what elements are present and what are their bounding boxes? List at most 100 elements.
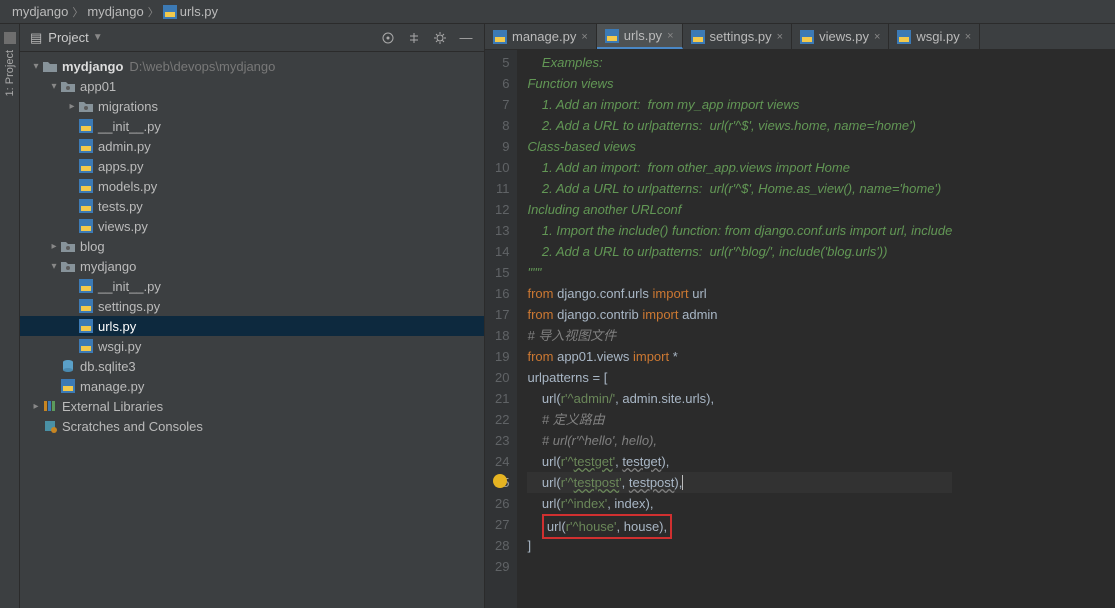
line-number[interactable]: 21 [495,388,509,409]
code-line[interactable]: 2. Add a URL to urlpatterns: url(r'^$', … [527,115,952,136]
tree-item-blog[interactable]: ▸blog [20,236,484,256]
gear-icon[interactable] [432,30,448,46]
tool-window-stripe[interactable]: 1: Project [0,24,20,608]
caret-icon[interactable]: ▾ [48,81,60,92]
code-line[interactable]: Function views [527,73,952,94]
line-number[interactable]: 17 [495,304,509,325]
code-line[interactable]: url(r'^admin/', admin.site.urls), [527,388,952,409]
collapse-icon[interactable] [406,30,422,46]
code-line[interactable]: urlpatterns = [ [527,367,952,388]
tab-settings-py[interactable]: settings.py× [683,24,793,49]
code-line[interactable]: # 导入视图文件 [527,325,952,346]
tree-item-apps-py[interactable]: apps.py [20,156,484,176]
tab-views-py[interactable]: views.py× [792,24,889,49]
caret-icon[interactable]: ▸ [48,241,60,252]
code-line[interactable]: # 定义路由 [527,409,952,430]
line-number[interactable]: 9 [495,136,509,157]
code-line[interactable]: ] [527,535,952,556]
tree-item-External-Libraries[interactable]: ▸External Libraries [20,396,484,416]
tree-item-__init__-py[interactable]: __init__.py [20,276,484,296]
code-line[interactable]: 2. Add a URL to urlpatterns: url(r'^blog… [527,241,952,262]
tree-item-views-py[interactable]: views.py [20,216,484,236]
caret-icon[interactable]: ▸ [30,401,42,412]
code-line[interactable]: 2. Add a URL to urlpatterns: url(r'^$', … [527,178,952,199]
line-number[interactable]: 12 [495,199,509,220]
caret-icon[interactable]: ▸ [66,101,78,112]
line-number[interactable]: 10 [495,157,509,178]
tab-manage-py[interactable]: manage.py× [485,24,597,49]
gutter[interactable]: 5678910111213141516171819202122232425262… [485,50,517,608]
close-icon[interactable]: × [581,31,587,43]
tree-item-wsgi-py[interactable]: wsgi.py [20,336,484,356]
code-line[interactable]: url(r'^testget', testget), [527,451,952,472]
code-line[interactable]: from django.conf.urls import url [527,283,952,304]
bulb-icon[interactable] [493,474,507,488]
line-number[interactable]: 28 [495,535,509,556]
code-area[interactable]: Examples:Function views 1. Add an import… [517,50,952,608]
tab-urls-py[interactable]: urls.py× [597,24,683,49]
dropdown-icon[interactable]: ▼ [93,32,103,43]
line-number[interactable]: 19 [495,346,509,367]
tree-item-urls-py[interactable]: urls.py [20,316,484,336]
project-tool-label[interactable]: 1: Project [4,50,16,96]
code-line[interactable] [527,556,952,577]
tab-wsgi-py[interactable]: wsgi.py× [889,24,980,49]
close-icon[interactable]: × [777,31,783,43]
breadcrumb-item[interactable]: urls.py [180,4,218,19]
line-number[interactable]: 27 [495,514,509,535]
code-line[interactable]: """ [527,262,952,283]
code-line[interactable]: from django.contrib import admin [527,304,952,325]
tree-item-db-sqlite3[interactable]: db.sqlite3 [20,356,484,376]
tree-item-manage-py[interactable]: manage.py [20,376,484,396]
hide-icon[interactable]: — [458,30,474,46]
close-icon[interactable]: × [667,30,673,42]
sidebar-title[interactable]: Project [48,30,88,45]
tree-item-mydjango[interactable]: ▾mydjango [20,256,484,276]
code-line[interactable]: url(r'^house', house), [527,514,952,535]
code-line[interactable]: # url(r'^hello', hello), [527,430,952,451]
line-number[interactable]: 16 [495,283,509,304]
project-tool-icon[interactable] [4,32,16,44]
line-number[interactable]: 8 [495,115,509,136]
line-number[interactable]: 6 [495,73,509,94]
code-line[interactable]: url(r'^index', index), [527,493,952,514]
tree-item-__init__-py[interactable]: __init__.py [20,116,484,136]
breadcrumb-item[interactable]: mydjango [12,4,68,19]
line-number[interactable]: 15 [495,262,509,283]
line-number[interactable]: 22 [495,409,509,430]
line-number[interactable]: 23 [495,430,509,451]
line-number[interactable]: 24 [495,451,509,472]
caret-icon[interactable]: ▾ [48,261,60,272]
close-icon[interactable]: × [965,31,971,43]
line-number[interactable]: 14 [495,241,509,262]
target-icon[interactable] [380,30,396,46]
line-number[interactable]: 25 [495,472,509,493]
breadcrumb-item[interactable]: mydjango [87,4,143,19]
tree-item-mydjango[interactable]: ▾mydjangoD:\web\devops\mydjango [20,56,484,76]
line-number[interactable]: 20 [495,367,509,388]
caret-icon[interactable]: ▾ [30,61,42,72]
line-number[interactable]: 5 [495,52,509,73]
code-line[interactable]: from app01.views import * [527,346,952,367]
code-line[interactable]: 1. Import the include() function: from d… [527,220,952,241]
code-line[interactable]: Class-based views [527,136,952,157]
code-line[interactable]: 1. Add an import: from other_app.views i… [527,157,952,178]
line-number[interactable]: 29 [495,556,509,577]
line-number[interactable]: 11 [495,178,509,199]
code-line[interactable]: url(r'^testpost', testpost), [527,472,952,493]
line-number[interactable]: 13 [495,220,509,241]
tree-item-migrations[interactable]: ▸migrations [20,96,484,116]
line-number[interactable]: 18 [495,325,509,346]
tree-item-settings-py[interactable]: settings.py [20,296,484,316]
tree-item-app01[interactable]: ▾app01 [20,76,484,96]
project-tree[interactable]: ▾mydjangoD:\web\devops\mydjango▾app01▸mi… [20,52,484,608]
tree-item-admin-py[interactable]: admin.py [20,136,484,156]
close-icon[interactable]: × [874,31,880,43]
tree-item-Scratches-and-Consoles[interactable]: Scratches and Consoles [20,416,484,436]
line-number[interactable]: 7 [495,94,509,115]
line-number[interactable]: 26 [495,493,509,514]
code-line[interactable]: Including another URLconf [527,199,952,220]
tree-item-models-py[interactable]: models.py [20,176,484,196]
tree-item-tests-py[interactable]: tests.py [20,196,484,216]
code-line[interactable]: Examples: [527,52,952,73]
